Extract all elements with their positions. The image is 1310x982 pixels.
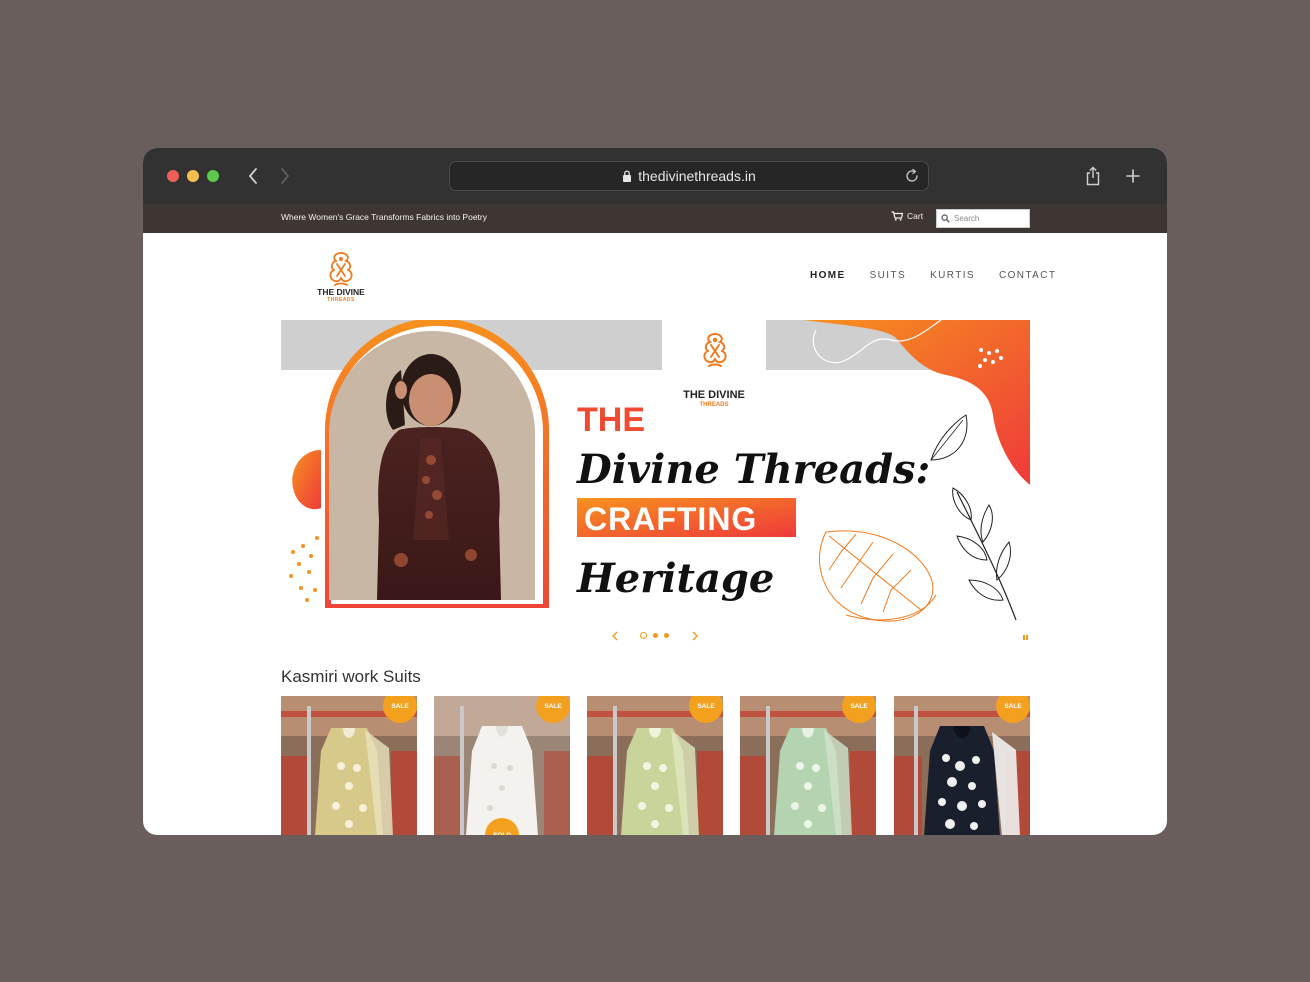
- search-input[interactable]: [954, 214, 1024, 223]
- url-text: thedivinethreads.in: [638, 168, 756, 184]
- hero-logo-name: THE DIVINE: [683, 389, 745, 401]
- pause-icon-bar: [1026, 635, 1028, 640]
- chevron-right-icon: [281, 168, 289, 184]
- minimize-window-button[interactable]: [187, 170, 199, 182]
- hero-artwork: THE DIVINE THREADS THE Divine Threads: C…: [281, 320, 1030, 622]
- site-logo[interactable]: THE DIVINE THREADS: [315, 251, 367, 307]
- search-box[interactable]: [936, 209, 1030, 228]
- brand-subname: THREADS: [327, 297, 355, 303]
- product-card[interactable]: SALE: [894, 696, 1030, 835]
- slider-next-icon[interactable]: [691, 631, 699, 641]
- chevron-left-icon: [249, 168, 257, 184]
- product-card[interactable]: SALE: [740, 696, 876, 835]
- main-navigation: HOME SUITS KURTIS CONTACT: [810, 270, 1056, 281]
- slider-controls: [611, 630, 701, 642]
- cart-link[interactable]: Cart: [891, 211, 923, 221]
- hero-line-3: CRAFTING: [584, 501, 757, 537]
- brand-name: THE DIVINE: [317, 287, 365, 297]
- collection-title: Kasmiri work Suits: [281, 667, 421, 686]
- share-icon: [1086, 166, 1100, 186]
- nav-home[interactable]: HOME: [810, 270, 846, 281]
- hero-logo-subname: THREADS: [699, 402, 728, 408]
- nav-contact[interactable]: CONTACT: [999, 270, 1056, 281]
- product-card[interactable]: SALE SOLD: [434, 696, 570, 835]
- reload-icon[interactable]: [904, 168, 920, 184]
- slider-dot-2[interactable]: [653, 633, 658, 638]
- new-tab-button[interactable]: [1121, 164, 1145, 188]
- search-icon: [941, 214, 950, 223]
- hero-line-2: Divine Threads:: [576, 446, 930, 493]
- browser-toolbar: thedivinethreads.in: [143, 148, 1167, 204]
- browser-window: thedivinethreads.in Where Women's Grace …: [143, 148, 1167, 835]
- hero-banner[interactable]: THE DIVINE THREADS THE Divine Threads: C…: [281, 320, 1030, 624]
- brand-emblem-icon: [329, 252, 353, 286]
- cart-icon: [891, 211, 903, 221]
- forward-button[interactable]: [273, 162, 297, 190]
- lock-icon: [623, 170, 632, 182]
- pause-icon-bar: [1023, 635, 1025, 640]
- nav-kurtis[interactable]: KURTIS: [930, 270, 975, 281]
- share-button[interactable]: [1081, 164, 1105, 188]
- back-button[interactable]: [241, 162, 265, 190]
- plus-icon: [1126, 169, 1140, 183]
- product-card[interactable]: SALE: [587, 696, 723, 835]
- slider-dot-3[interactable]: [664, 633, 669, 638]
- close-window-button[interactable]: [167, 170, 179, 182]
- address-bar[interactable]: thedivinethreads.in: [449, 161, 929, 191]
- hero-line-4: Heritage: [576, 555, 774, 602]
- announcement-bar: Where Women's Grace Transforms Fabrics i…: [143, 204, 1167, 233]
- slider-prev-icon[interactable]: [611, 631, 619, 641]
- product-card[interactable]: SALE: [281, 696, 417, 835]
- tagline: Where Women's Grace Transforms Fabrics i…: [281, 212, 488, 222]
- slider-pause-button[interactable]: [1023, 635, 1028, 640]
- nav-suits[interactable]: SUITS: [870, 270, 906, 281]
- slider-dot-1[interactable]: [640, 632, 647, 639]
- hero-line-1: THE: [577, 401, 645, 439]
- cart-label: Cart: [907, 211, 924, 221]
- zoom-window-button[interactable]: [207, 170, 219, 182]
